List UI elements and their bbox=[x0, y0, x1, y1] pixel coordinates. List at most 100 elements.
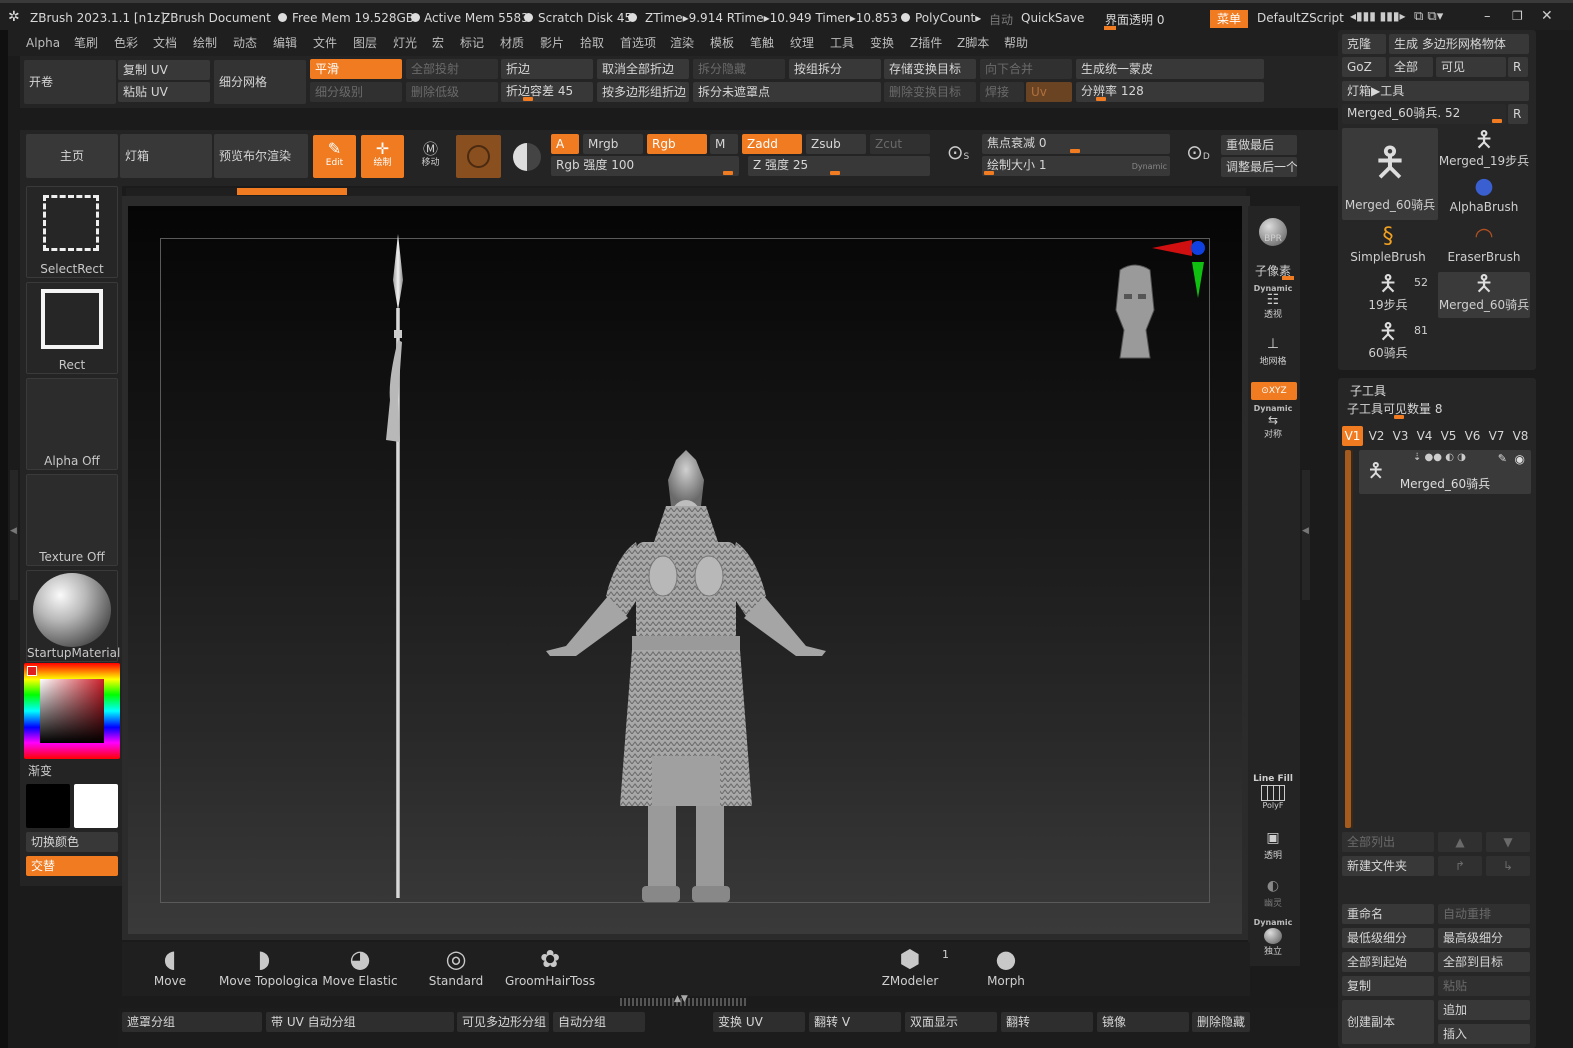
menu-item[interactable]: 绘制 bbox=[193, 35, 217, 51]
color-sphere-button[interactable] bbox=[505, 135, 548, 178]
split-unmasked-button[interactable]: 拆分未遮罩点 bbox=[693, 82, 881, 102]
subtool-version-tab[interactable]: V1 bbox=[1342, 426, 1363, 446]
minimize-icon[interactable]: – bbox=[1484, 9, 1491, 24]
folder-down-button[interactable]: ↳ bbox=[1486, 856, 1530, 876]
bottom-button[interactable]: 镜像 bbox=[1097, 1012, 1189, 1032]
material-sphere-button[interactable] bbox=[456, 135, 501, 178]
texture-off-tile[interactable]: Texture Off bbox=[26, 474, 118, 566]
brush-move-topologica[interactable]: ◗ Move Topologica bbox=[219, 944, 318, 994]
current-tool-slider[interactable]: Merged_60骑兵. 52 bbox=[1342, 104, 1506, 124]
all-button[interactable]: 全部 bbox=[1389, 57, 1433, 77]
bottom-button[interactable]: 删除隐藏 bbox=[1192, 1012, 1250, 1032]
home-button[interactable]: 主页 bbox=[26, 134, 118, 178]
alternate-button[interactable]: 交替 bbox=[26, 856, 118, 876]
folder-up-button[interactable]: ↱ bbox=[1438, 856, 1482, 876]
xyz-symmetry-toggle[interactable]: ⊙XYZ bbox=[1251, 382, 1297, 400]
selectrect-brush-tile[interactable]: SelectRect bbox=[26, 186, 118, 278]
unified-skin-button[interactable]: 生成统一蒙皮 bbox=[1076, 59, 1264, 79]
viewport-canvas[interactable] bbox=[128, 206, 1242, 934]
goz-button[interactable]: GoZ bbox=[1342, 57, 1386, 77]
axis-gizmo-icon[interactable] bbox=[1148, 236, 1208, 300]
lightbox-button[interactable]: 灯箱 bbox=[120, 134, 212, 178]
brush-morph[interactable]: ● Morph bbox=[961, 944, 1051, 994]
subtool-version-tab[interactable]: V8 bbox=[1510, 426, 1531, 446]
brush-move-elastic[interactable]: ◕ Move Elastic bbox=[315, 944, 405, 994]
tool-item[interactable]: ◠ EraserBrush bbox=[1438, 224, 1530, 270]
weld-button[interactable]: 焊接 bbox=[980, 82, 1024, 102]
subtool-eye-icon[interactable]: ◉ bbox=[1515, 452, 1525, 466]
menu-item[interactable]: 标记 bbox=[460, 35, 484, 51]
zsub-toggle[interactable]: Zsub bbox=[806, 134, 866, 154]
bottom-button[interactable]: 可见多边形分组 bbox=[457, 1012, 549, 1032]
copy-uv-button[interactable]: 复制 UV bbox=[118, 60, 210, 80]
bottom-button[interactable]: 翻转 bbox=[1001, 1012, 1093, 1032]
brush-zmodeler[interactable]: ⬢ ZModeler 1 bbox=[865, 944, 955, 994]
zcut-toggle[interactable]: Zcut bbox=[870, 134, 930, 154]
move-up-button[interactable]: ▲ bbox=[1438, 832, 1482, 852]
r-button-2[interactable]: R bbox=[1508, 104, 1528, 124]
left-collapse-handle[interactable]: ◀ bbox=[10, 470, 18, 600]
all-project-button[interactable]: 全部投射 bbox=[406, 59, 498, 79]
menu-item[interactable]: 变换 bbox=[870, 35, 894, 51]
all-to-target-button[interactable]: 全部到目标 bbox=[1438, 952, 1530, 972]
subtool-version-tab[interactable]: V3 bbox=[1390, 426, 1411, 446]
menu-item[interactable]: Z插件 bbox=[910, 35, 942, 51]
floor-grid-button[interactable]: ⊥ 地网格 bbox=[1250, 334, 1296, 372]
crease-tolerance-slider[interactable]: 折边容差 45 bbox=[501, 82, 593, 102]
menu-item[interactable]: 文件 bbox=[313, 35, 337, 51]
subdivide-mesh-button[interactable]: 细分网格 bbox=[214, 60, 306, 104]
draw-button[interactable]: ✛ 绘制 bbox=[361, 135, 404, 178]
color-picker[interactable] bbox=[24, 663, 120, 759]
tool-item[interactable]: 🯅 Merged_60骑兵 bbox=[1438, 272, 1530, 318]
r-button[interactable]: R bbox=[1508, 57, 1528, 77]
uv-toggle[interactable]: Uv bbox=[1026, 82, 1072, 102]
bool-preview-button[interactable]: 预览布尔渲染 bbox=[214, 134, 308, 178]
bottom-button[interactable]: 遮罩分组 bbox=[122, 1012, 262, 1032]
paste-uv-button[interactable]: 粘贴 UV bbox=[118, 82, 210, 102]
menu-item[interactable]: 模板 bbox=[710, 35, 734, 51]
menu-item[interactable]: 色彩 bbox=[114, 35, 138, 51]
subtool-scroll-thumb[interactable] bbox=[1345, 450, 1351, 828]
all-to-start-button[interactable]: 全部到起始 bbox=[1342, 952, 1434, 972]
clone-button[interactable]: 克隆 bbox=[1342, 34, 1386, 54]
subtool-version-tab[interactable]: V7 bbox=[1486, 426, 1507, 446]
lightbox-tool-button[interactable]: 灯箱▶工具 bbox=[1342, 81, 1529, 101]
brush-standard[interactable]: ◎ Standard bbox=[411, 944, 501, 994]
adjust-last-button[interactable]: 调整最后一个 bbox=[1221, 157, 1297, 177]
menu-item[interactable]: 笔触 bbox=[750, 35, 774, 51]
move-button[interactable]: Ⓜ 移动 bbox=[409, 135, 452, 178]
subtool-version-tab[interactable]: V4 bbox=[1414, 426, 1435, 446]
menu-item[interactable]: 工具 bbox=[830, 35, 854, 51]
tool-item[interactable]: 🯅 19步兵 52 bbox=[1342, 272, 1434, 318]
rgb-intensity-slider[interactable]: Rgb 强度 100 bbox=[551, 156, 739, 176]
tool-item[interactable]: ● AlphaBrush bbox=[1438, 174, 1530, 220]
crease-button[interactable]: 折边 bbox=[501, 59, 593, 79]
rename-button[interactable]: 重命名 bbox=[1342, 904, 1434, 924]
auto-reorder-button[interactable]: 自动重排 bbox=[1438, 904, 1530, 924]
menu-item[interactable]: 纹理 bbox=[790, 35, 814, 51]
subdiv-level-slider[interactable]: 细分级别 bbox=[310, 82, 402, 102]
duplicate-button[interactable]: 创建副本 bbox=[1342, 1000, 1434, 1044]
bottom-button[interactable]: 带 UV 自动分组 bbox=[266, 1012, 454, 1032]
subtool-title[interactable]: 子工具 bbox=[1350, 382, 1386, 399]
brush-move[interactable]: ◖ Move bbox=[125, 944, 215, 994]
delete-lower-button[interactable]: 删除低级 bbox=[406, 82, 498, 102]
menu-button[interactable]: 菜单 bbox=[1210, 10, 1248, 28]
subtool-toggles-icon[interactable]: ⇣ ●● ◐ ◑ bbox=[1413, 452, 1466, 463]
gradient-label[interactable]: 渐变 bbox=[28, 762, 52, 779]
new-folder-button[interactable]: 新建文件夹 bbox=[1342, 856, 1434, 876]
smooth-toggle[interactable]: 平滑 bbox=[310, 59, 402, 79]
redo-last-button[interactable]: 重做最后 bbox=[1221, 135, 1297, 155]
sculptris-pro-icon[interactable]: ⊙S bbox=[938, 140, 978, 176]
zscript-label[interactable]: DefaultZScript bbox=[1257, 11, 1344, 25]
edit-button[interactable]: ✎ Edit bbox=[313, 135, 356, 178]
menu-item[interactable]: 首选项 bbox=[620, 35, 656, 51]
tool-item[interactable]: 🯅 Merged_19步兵 bbox=[1438, 128, 1530, 174]
open-button[interactable]: 开卷 bbox=[24, 60, 116, 104]
bottom-button[interactable]: 双面显示 bbox=[905, 1012, 997, 1032]
menu-item[interactable]: 宏 bbox=[432, 35, 444, 51]
menu-item[interactable]: 拾取 bbox=[580, 35, 604, 51]
groups-split-button[interactable]: 按组拆分 bbox=[789, 59, 881, 79]
menu-item[interactable]: 图层 bbox=[353, 35, 377, 51]
subtool-version-tab[interactable]: V5 bbox=[1438, 426, 1459, 446]
